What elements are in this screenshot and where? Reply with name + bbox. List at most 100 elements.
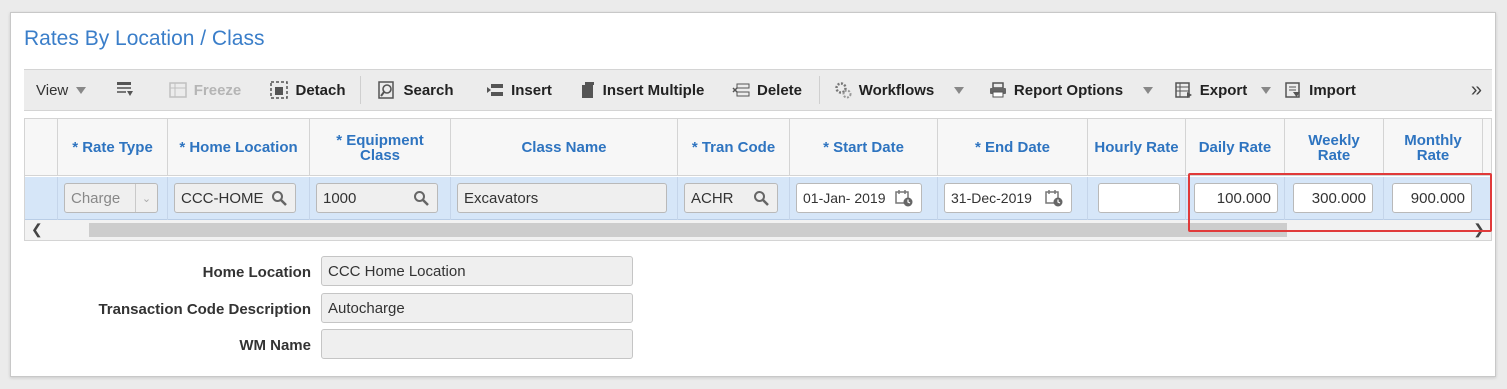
equipment-class-value: 1000 (323, 189, 357, 207)
insert-label: Insert (511, 81, 552, 99)
page-title: Rates By Location / Class (24, 27, 265, 50)
report-options-label: Report Options (1013, 81, 1124, 99)
col-header-label: * Equipment (336, 131, 424, 149)
filter-columns-button[interactable] (102, 70, 154, 110)
more-toolbar-button[interactable]: » (1358, 70, 1492, 110)
cell-equipment-class: 1000 (310, 177, 451, 220)
workflows-label: Workflows (858, 81, 935, 99)
col-header-home-location[interactable]: * Home Location (168, 119, 310, 176)
home-location-input[interactable]: CCC-HOME (174, 183, 296, 213)
col-header-label: * Start Date (823, 139, 904, 156)
home-location-value: CCC-HOME (181, 189, 264, 207)
search-icon (378, 81, 396, 99)
class-name-field: Excavators (457, 183, 667, 213)
col-header-label: Weekly (1308, 131, 1360, 149)
row-selector[interactable] (25, 177, 58, 220)
view-menu[interactable]: View (24, 70, 102, 110)
main-panel: Rates By Location / Class View Freeze De… (10, 12, 1496, 377)
cell-rate-type: Charge ⌄ (58, 177, 168, 220)
insert-multiple-label: Insert Multiple (602, 81, 705, 99)
columns-icon (116, 81, 134, 99)
freeze-icon (168, 81, 187, 99)
home-location-label: Home Location (202, 264, 311, 281)
export-icon (1174, 81, 1193, 99)
wm-name-label: WM Name (239, 337, 311, 354)
col-header-monthly-rate[interactable]: Monthly Rate (1384, 119, 1483, 176)
search-button[interactable]: Search (361, 70, 471, 110)
import-label: Import (1309, 81, 1356, 99)
export-menu[interactable]: Export (1164, 70, 1282, 110)
printer-icon (989, 81, 1007, 99)
chevron-down-icon (76, 86, 87, 94)
workflows-menu[interactable]: Workflows (820, 70, 978, 110)
chevron-down-icon (1143, 86, 1154, 94)
cell-class-name: Excavators (451, 177, 678, 220)
cell-end-date: 31-Dec-2019 (938, 177, 1088, 220)
end-date-input[interactable]: 31-Dec-2019 (944, 183, 1072, 213)
transaction-code-description-value: Autocharge (328, 299, 405, 317)
scroll-left-icon[interactable]: ❮ (31, 221, 43, 238)
rate-type-value: Charge (71, 189, 121, 207)
calendar-icon[interactable] (1045, 189, 1063, 207)
col-header-weekly-rate[interactable]: Weekly Rate (1285, 119, 1384, 176)
search-icon[interactable] (753, 190, 769, 206)
export-label: Export (1199, 81, 1248, 99)
more-label: » (1470, 78, 1482, 101)
col-header-class-name[interactable]: Class Name (451, 119, 678, 176)
col-header-hourly-rate[interactable]: Hourly Rate (1088, 119, 1186, 176)
insert-multiple-button[interactable]: Insert Multiple (567, 70, 715, 110)
col-header-daily-rate[interactable]: Daily Rate (1186, 119, 1285, 176)
delete-label: Delete (756, 81, 803, 99)
col-header-label: Rate (1317, 146, 1351, 164)
detach-button[interactable]: Detach (256, 70, 360, 110)
col-header-label: Rate (1416, 146, 1450, 164)
col-header-start-date[interactable]: * Start Date (790, 119, 938, 176)
transaction-code-description-field: Autocharge (321, 293, 633, 323)
search-icon[interactable] (271, 190, 287, 206)
grid-header-row: * Rate Type * Home Location * Equipment C… (25, 119, 1491, 176)
insert-multiple-icon (578, 81, 596, 99)
col-header-label: Class Name (521, 139, 607, 156)
scrollbar-thumb[interactable] (89, 223, 1287, 237)
cell-start-date: 01-Jan- 2019 (790, 177, 938, 220)
col-header-tran-code[interactable]: * Tran Code (678, 119, 790, 176)
report-options-menu[interactable]: Report Options (978, 70, 1164, 110)
import-button[interactable]: Import (1282, 70, 1358, 110)
tran-code-value: ACHR (691, 189, 734, 207)
wm-name-field (321, 329, 633, 359)
equipment-class-input[interactable]: 1000 (316, 183, 438, 213)
search-icon[interactable] (413, 190, 429, 206)
start-date-value: 01-Jan- 2019 (803, 190, 886, 206)
col-header-label: Class (359, 146, 401, 164)
col-header-label: * Rate Type (72, 139, 153, 156)
delete-row-icon (732, 81, 750, 99)
chevron-down-icon[interactable]: ⌄ (135, 184, 157, 212)
hourly-rate-input[interactable] (1098, 183, 1180, 213)
insert-button[interactable]: Insert (471, 70, 567, 110)
col-header-end-date[interactable]: * End Date (938, 119, 1088, 176)
col-header-label: Monthly (1404, 131, 1462, 149)
rate-type-select[interactable]: Charge ⌄ (64, 183, 158, 213)
toolbar: View Freeze Detach Search Insert Insert … (24, 69, 1492, 111)
cell-hourly-rate (1088, 177, 1186, 220)
col-header-equipment-class[interactable]: * Equipment Class (310, 119, 451, 176)
col-header-label: * Home Location (179, 139, 298, 156)
col-header-label: Hourly Rate (1094, 139, 1179, 156)
col-header-label: * Tran Code (691, 139, 776, 156)
col-header-label: Daily Rate (1198, 139, 1272, 156)
freeze-button[interactable]: Freeze (154, 70, 256, 110)
col-header-rate-type[interactable]: * Rate Type (58, 119, 168, 176)
cell-tran-code: ACHR (678, 177, 790, 220)
calendar-icon[interactable] (895, 189, 913, 207)
chevron-down-icon (954, 86, 965, 94)
tran-code-input[interactable]: ACHR (684, 183, 778, 213)
search-label: Search (403, 81, 454, 99)
row-selector-header (25, 119, 58, 176)
gear-icon (834, 81, 852, 99)
rates-highlight-box (1188, 173, 1492, 232)
start-date-input[interactable]: 01-Jan- 2019 (796, 183, 922, 213)
detach-icon (270, 81, 289, 99)
transaction-code-description-label: Transaction Code Description (98, 301, 311, 318)
import-icon (1284, 81, 1302, 99)
delete-button[interactable]: Delete (715, 70, 819, 110)
